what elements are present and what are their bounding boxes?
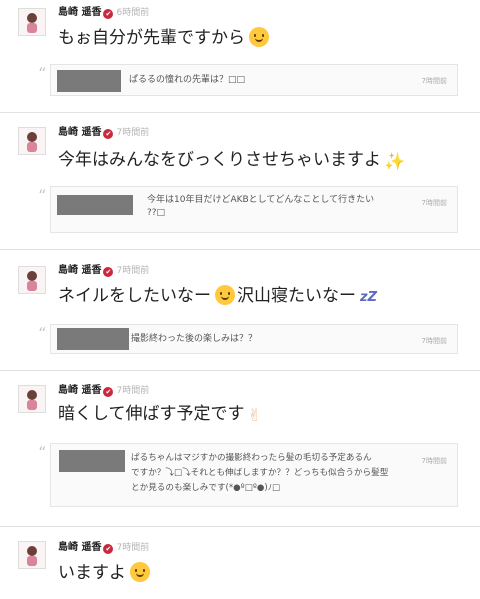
question-time: 7時間前 [421,337,447,345]
post-time: 7時間前 [116,543,150,553]
quote-icon: “ [38,186,47,205]
post-item: 島崎 遥香 ✔ 7時間前 ネイルをしたいなー 沢山寝たいなー zZ “ 撮影終わった後の… [0,250,480,371]
answer-text: いますよ [58,561,150,585]
verified-icon: ✔ [103,129,114,139]
post-time: 7時間前 [116,128,150,138]
question-time: 7時間前 [421,77,447,85]
post-item: 島崎 遥香 ✔ 7時間前 暗くして伸ばす予定です ✌ “ ぱるちゃんはマジすかの撮影終… [0,371,480,527]
answer-text: 今年はみんなをびっくりさせちゃいますよ ✨ [58,150,406,172]
verified-icon: ✔ [103,387,114,397]
answer-text: ネイルをしたいなー 沢山寝たいなー zZ [58,285,377,306]
question-text: ぱるるの憧れの先輩は？□□ [129,75,246,85]
post-time: 6時間前 [116,8,150,18]
question-time: 7時間前 [421,457,447,465]
author-name[interactable]: 島崎 遥香 [58,127,101,138]
author-name[interactable]: 島崎 遥香 [58,542,101,553]
smiling-face-icon [249,27,269,47]
question-text: ぱるちゃんはマジすかの撮影終わったら髪の毛切る予定あるん ですか？⤵□⤵それとも… [131,453,389,493]
verified-icon: ✔ [103,267,114,277]
question-box[interactable]: ぱるちゃんはマジすかの撮影終わったら髪の毛切る予定あるん ですか？⤵□⤵それとも… [50,443,458,507]
redacted-avatar [57,328,129,350]
author-name[interactable]: 島崎 遥香 [58,265,101,276]
question-time: 7時間前 [421,199,447,207]
smiling-face-icon [215,285,235,305]
sparkles-icon: ✨ [384,152,406,172]
post-item: 島崎 遥香 ✔ 7時間前 今年はみんなをびっくりさせちゃいますよ ✨ “ 今年は10年… [0,113,480,250]
question-text: 今年は10年目だけどAKBとしてどんなことして行きたい ??□ [147,195,375,218]
post-time: 7時間前 [116,386,150,396]
victory-hand-icon: ✌ [247,406,262,426]
author-name[interactable]: 島崎 遥香 [58,7,101,18]
verified-icon: ✔ [103,9,114,19]
zzz-icon: zZ [360,290,377,305]
verified-icon: ✔ [103,544,114,554]
avatar[interactable] [18,127,46,155]
post-time: 7時間前 [116,266,150,276]
quote-icon: “ [38,443,47,462]
question-box[interactable]: 今年は10年目だけどAKBとしてどんなことして行きたい ??□ 7時間前 [50,186,458,233]
post-item: 島崎 遥香 ✔ 7時間前 いますよ [0,527,480,599]
qa-feed: 島崎 遥香 ✔ 6時間前 もぉ自分が先輩ですから “ ぱるるの憧れの先輩は？□□ 7… [0,0,480,599]
question-text: 撮影終わった後の楽しみは？？ [131,334,258,344]
avatar[interactable] [18,385,46,413]
quote-icon: “ [38,324,47,343]
smiling-face-icon [130,562,150,582]
redacted-avatar [57,195,133,215]
question-box[interactable]: ぱるるの憧れの先輩は？□□ 7時間前 [50,64,458,96]
question-box[interactable]: 撮影終わった後の楽しみは？？ 7時間前 [50,324,458,354]
quote-icon: “ [38,64,47,83]
answer-text: 暗くして伸ばす予定です ✌ [58,404,262,426]
post-item: 島崎 遥香 ✔ 6時間前 もぉ自分が先輩ですから “ ぱるるの憧れの先輩は？□□ 7… [0,0,480,113]
avatar[interactable] [18,8,46,36]
redacted-avatar [59,450,125,472]
avatar[interactable] [18,541,46,569]
author-name[interactable]: 島崎 遥香 [58,385,101,396]
redacted-avatar [57,70,121,92]
answer-text: もぉ自分が先輩ですから [58,26,269,50]
avatar[interactable] [18,266,46,294]
